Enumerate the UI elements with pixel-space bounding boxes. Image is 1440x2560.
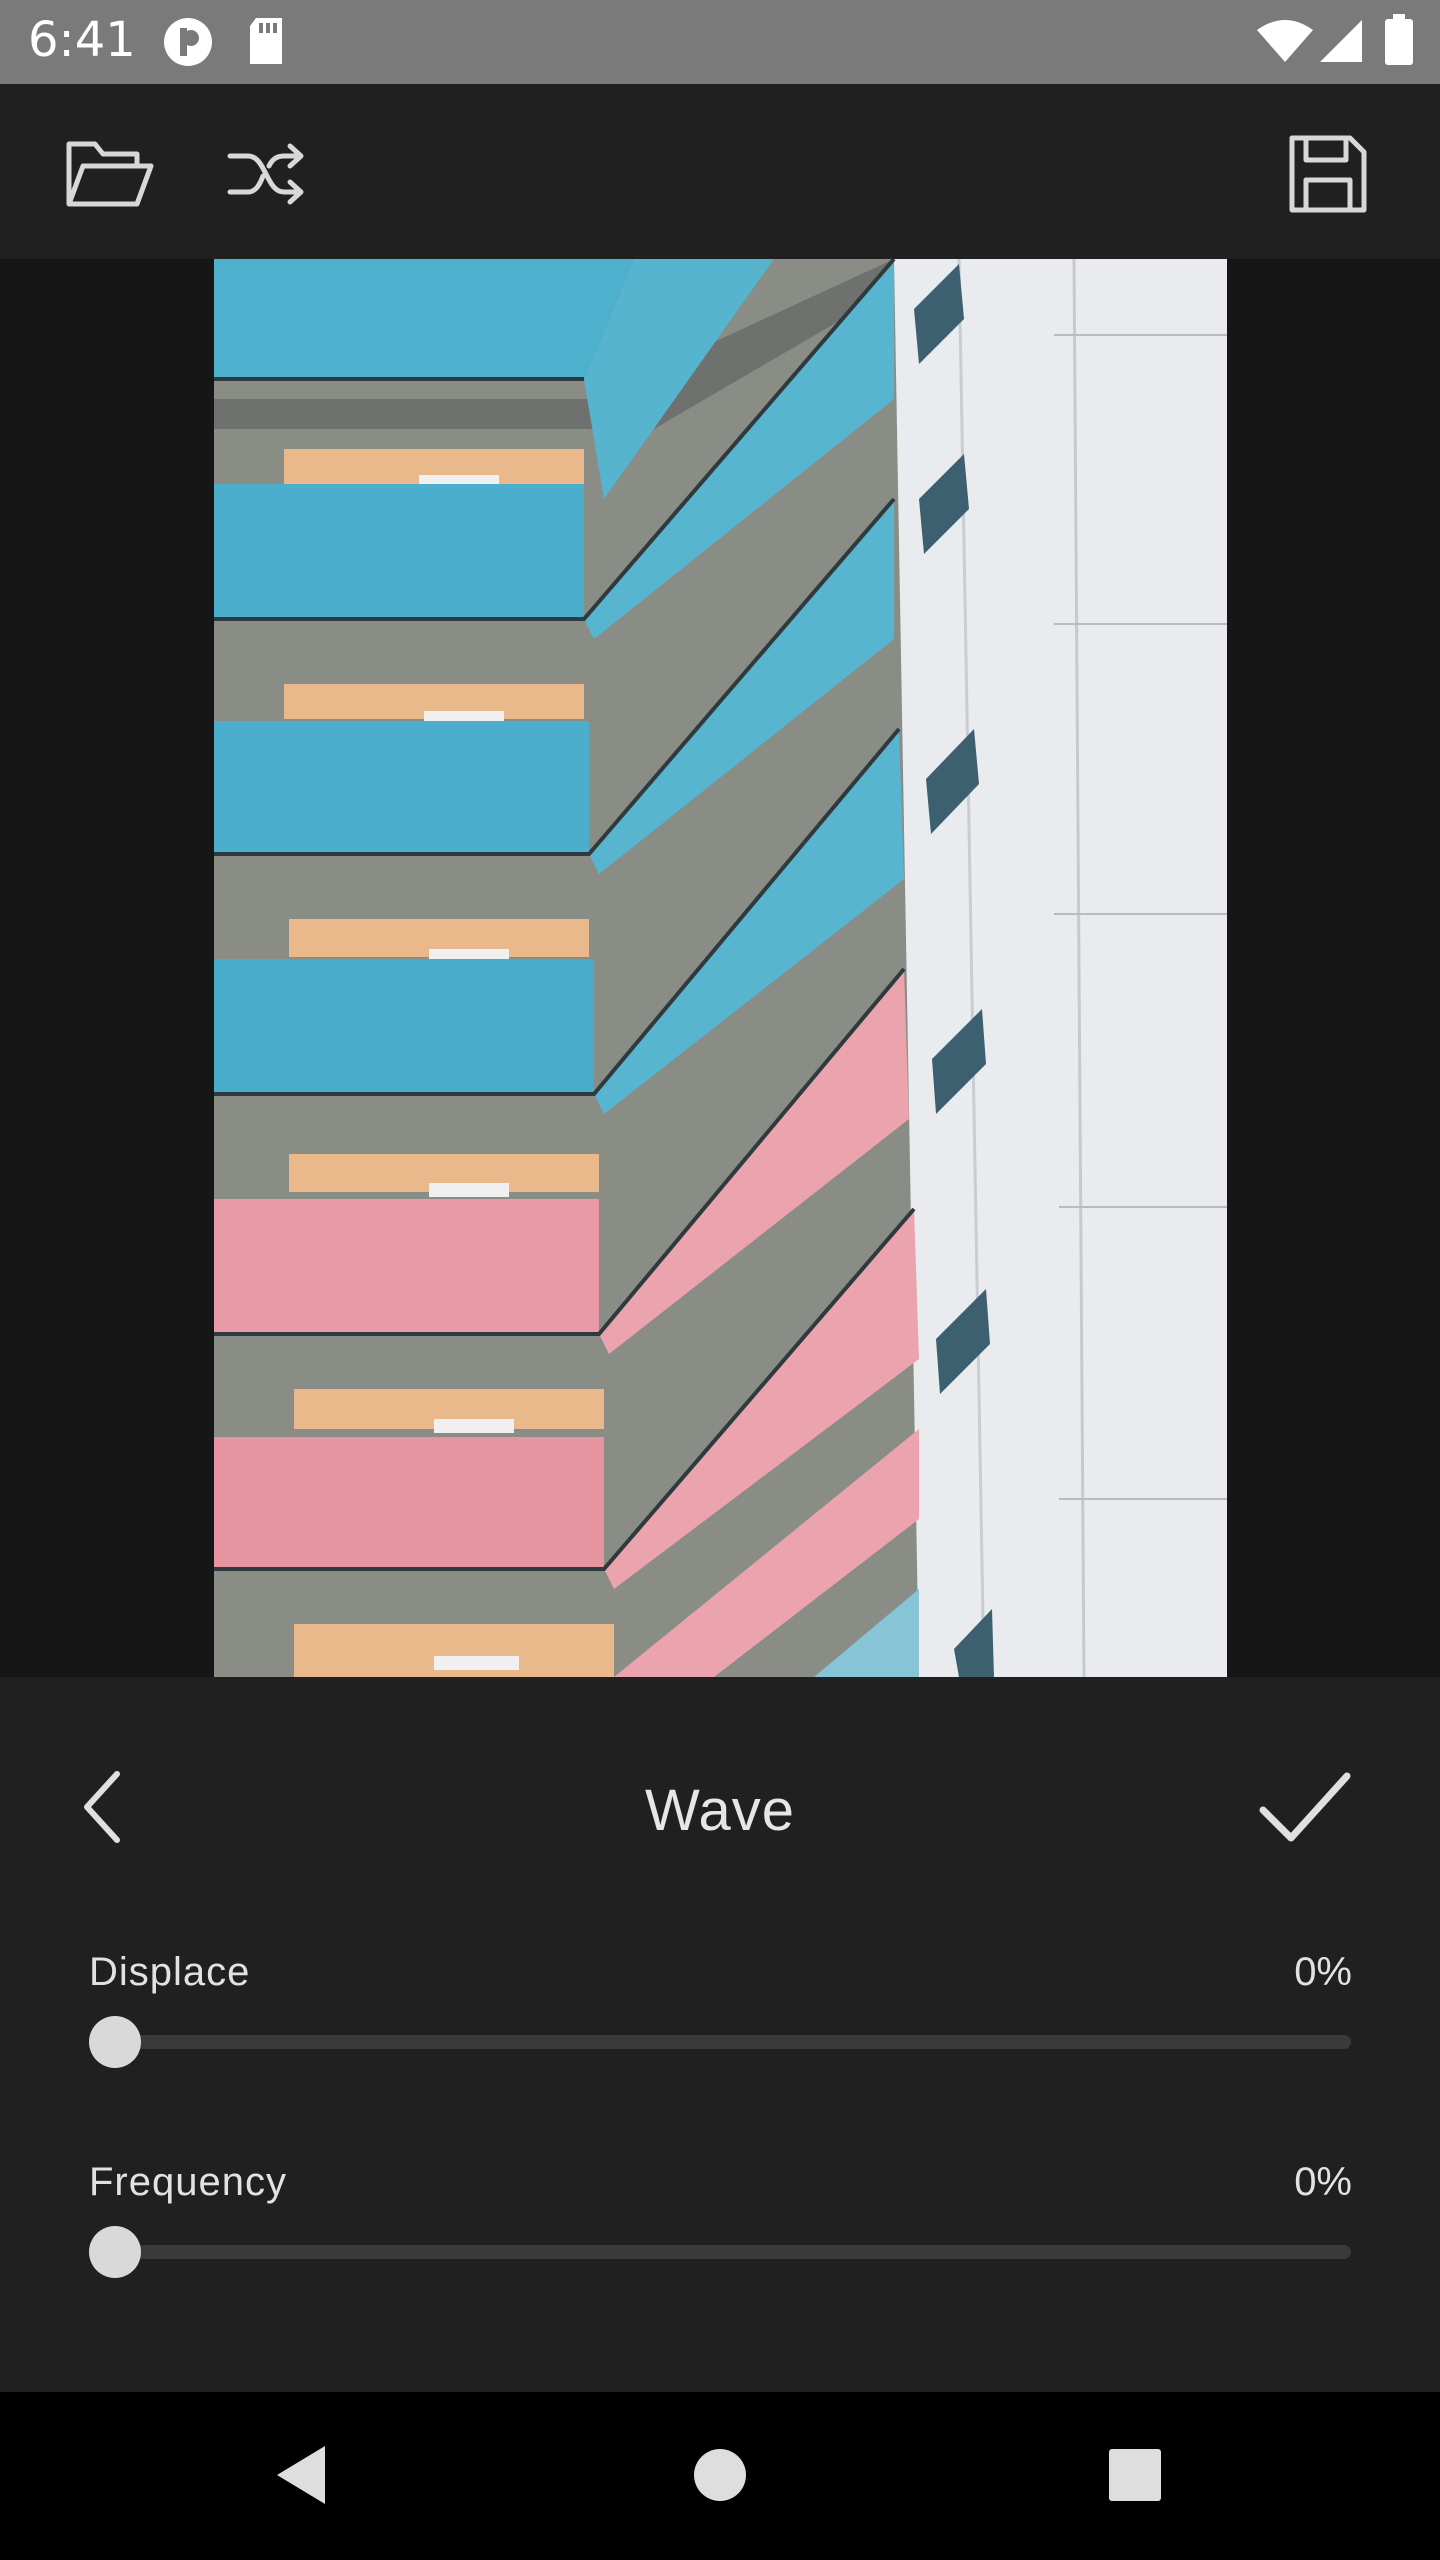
save-icon: [1288, 134, 1368, 219]
displace-slider[interactable]: [89, 2016, 1351, 2068]
apply-button[interactable]: [1255, 1762, 1365, 1872]
displace-value: 0%: [1294, 1950, 1352, 1994]
shuffle-icon: [226, 142, 306, 211]
recents-square-icon: [1107, 2447, 1163, 2508]
frequency-value: 0%: [1294, 2160, 1352, 2204]
frequency-slider[interactable]: [89, 2226, 1351, 2278]
frequency-label: Frequency: [89, 2160, 287, 2204]
building-photo: [214, 259, 1227, 1677]
effect-panel: Wave Displace 0% Frequency 0%: [0, 1677, 1440, 2392]
displace-label: Displace: [89, 1950, 251, 1994]
effect-title: Wave: [644, 1778, 796, 1843]
displace-slider-thumb[interactable]: [89, 2016, 141, 2068]
folder-open-icon: [65, 138, 155, 215]
check-icon: [1255, 1772, 1355, 1856]
shuffle-button[interactable]: [218, 128, 314, 224]
image-canvas[interactable]: [0, 259, 1440, 1677]
status-time: 6:41: [28, 12, 136, 68]
open-folder-button[interactable]: [62, 128, 158, 224]
cell-signal-icon: [1318, 18, 1364, 69]
nav-recents-button[interactable]: [1090, 2432, 1180, 2522]
save-button[interactable]: [1280, 128, 1376, 224]
nav-home-button[interactable]: [675, 2432, 765, 2522]
top-toolbar: [0, 84, 1440, 259]
system-nav-bar: [0, 2392, 1440, 2560]
nav-back-button[interactable]: [258, 2432, 348, 2522]
status-bar: 6:41: [0, 0, 1440, 84]
battery-icon: [1384, 14, 1414, 71]
back-triangle-icon: [273, 2442, 333, 2513]
circle-p-icon: [162, 16, 214, 73]
sd-card-icon: [246, 16, 286, 71]
frequency-slider-thumb[interactable]: [89, 2226, 141, 2278]
home-circle-icon: [692, 2447, 748, 2508]
wifi-icon: [1256, 18, 1314, 69]
